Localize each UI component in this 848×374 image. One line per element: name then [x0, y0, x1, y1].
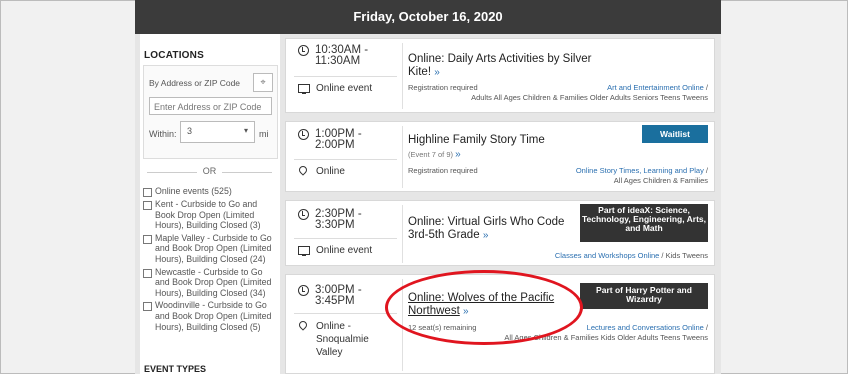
location-checkbox-list: Online events (525) Kent - Curbside to G… — [143, 186, 279, 334]
mi-label: mi — [259, 129, 269, 139]
event-location: Online event — [298, 244, 372, 257]
clock-icon — [298, 285, 309, 296]
waitlist-badge[interactable]: Waitlist — [642, 125, 708, 143]
more-chevron-icon[interactable]: » — [463, 306, 469, 317]
event-card: 2:30PM -3:30PM Online event Online: Virt… — [285, 200, 715, 266]
more-chevron-icon[interactable]: » — [483, 230, 489, 241]
events-page: Friday, October 16, 2020 LOCATIONS By Ad… — [135, 0, 721, 374]
locations-title: LOCATIONS — [144, 50, 204, 61]
filters-sidebar: LOCATIONS By Address or ZIP Code ⌖ Enter… — [140, 34, 280, 374]
event-title[interactable]: Online: Daily Arts Activities by Silver … — [408, 53, 608, 79]
category-link[interactable]: Online Story Times, Learning and Play — [576, 166, 704, 175]
event-location: Online - Snoqualmie Valley — [297, 319, 393, 359]
audience-list: All Ages Children & Families Kids Older … — [504, 333, 708, 342]
chevron-down-icon: ▾ — [243, 126, 248, 135]
monitor-icon — [298, 84, 310, 94]
series-badge[interactable]: Part of Harry Potter and Wizardry — [580, 283, 708, 309]
registration-note: Registration required — [408, 83, 478, 92]
locate-me-button[interactable]: ⌖ — [253, 73, 273, 92]
event-time: 10:30AM -11:30AM — [298, 44, 368, 67]
event-time: 1:00PM -2:00PM — [298, 128, 362, 151]
or-divider: OR — [143, 166, 276, 178]
clock-icon — [298, 45, 309, 56]
category-link[interactable]: Lectures and Conversations Online — [587, 323, 704, 332]
more-chevron-icon[interactable]: » — [455, 149, 461, 160]
checkbox[interactable] — [143, 188, 152, 197]
registration-note: Registration required — [408, 166, 478, 175]
event-categories: Classes and Workshops Online / Kids Twee… — [554, 251, 708, 260]
within-label: Within: — [149, 129, 177, 139]
checkbox[interactable] — [143, 302, 152, 312]
location-option[interactable]: Maple Valley - Curbside to Go and Book D… — [143, 233, 279, 265]
within-select[interactable]: 3 ▾ — [180, 121, 255, 143]
event-card: 3:00PM -3:45PM Online - Snoqualmie Valle… — [285, 274, 715, 374]
event-card: 1:00PM -2:00PM Online Highline Family St… — [285, 121, 715, 192]
checkbox[interactable] — [143, 268, 152, 278]
map-pin-icon — [297, 164, 309, 176]
checkbox[interactable] — [143, 234, 152, 244]
audience-list: Kids Tweens — [665, 251, 708, 260]
seats-remaining: 12 seat(s) remaining — [408, 323, 477, 332]
more-chevron-icon[interactable]: » — [434, 67, 440, 78]
clock-icon — [298, 209, 309, 220]
event-series-note: (Event 7 of 9) » — [408, 149, 461, 160]
location-option[interactable]: Newcastle - Curbside to Go and Book Drop… — [143, 267, 279, 299]
series-badge[interactable]: Part of ideaX: Science, Technology, Engi… — [580, 204, 708, 242]
location-search-box: By Address or ZIP Code ⌖ Enter Address o… — [143, 65, 278, 159]
map-pin-icon — [297, 319, 309, 331]
event-title[interactable]: Online: Wolves of the Pacific Northwest … — [408, 292, 583, 318]
event-title[interactable]: Highline Family Story Time — [408, 134, 545, 147]
event-card: 10:30AM -11:30AM Online event Online: Da… — [285, 38, 715, 113]
category-link[interactable]: Art and Entertainment Online — [607, 83, 704, 92]
location-option[interactable]: Woodinville - Curbside to Go and Book Dr… — [143, 300, 279, 332]
event-time: 2:30PM -3:30PM — [298, 208, 362, 231]
audience-list: Adults All Ages Children & Families Olde… — [471, 93, 708, 102]
event-title[interactable]: Online: Virtual Girls Who Code 3rd-5th G… — [408, 216, 583, 242]
event-categories: Lectures and Conversations Online / All … — [504, 323, 708, 342]
location-option[interactable]: Online events (525) — [143, 186, 279, 197]
clock-icon — [298, 129, 309, 140]
event-time: 3:00PM -3:45PM — [298, 284, 362, 307]
event-location: Online — [297, 164, 345, 178]
audience-list: All Ages Children & Families — [613, 176, 708, 185]
category-link[interactable]: Classes and Workshops Online — [555, 251, 660, 260]
or-label: OR — [202, 166, 217, 176]
monitor-icon — [298, 246, 310, 256]
checkbox[interactable] — [143, 201, 152, 210]
event-types-title: EVENT TYPES — [144, 364, 207, 374]
day-header: Friday, October 16, 2020 — [135, 0, 721, 34]
location-option[interactable]: Kent - Curbside to Go and Book Drop Open… — [143, 199, 279, 231]
event-categories: Art and Entertainment Online / Adults Al… — [471, 83, 708, 102]
zip-input[interactable]: Enter Address or ZIP Code — [149, 97, 272, 115]
crosshair-icon: ⌖ — [260, 77, 266, 87]
by-address-label: By Address or ZIP Code — [149, 78, 241, 88]
event-categories: Online Story Times, Learning and Play / … — [575, 166, 708, 185]
within-value: 3 — [187, 126, 193, 136]
event-location: Online event — [298, 82, 372, 95]
